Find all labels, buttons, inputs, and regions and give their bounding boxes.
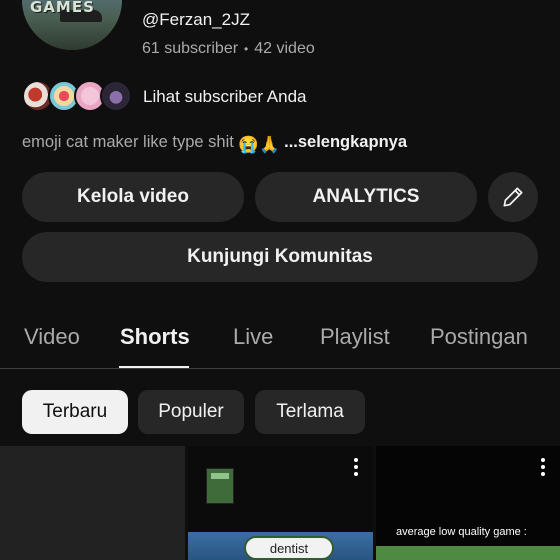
filter-chip-terbaru[interactable]: Terbaru bbox=[22, 390, 128, 434]
description-emoji: 😭🙏 bbox=[238, 136, 280, 154]
tab-live[interactable]: Live bbox=[233, 324, 273, 350]
tab-video[interactable]: Video bbox=[24, 324, 80, 350]
more-options-icon[interactable] bbox=[540, 458, 546, 476]
tab-shorts[interactable]: Shorts bbox=[120, 324, 190, 350]
analytics-label: ANALYTICS bbox=[312, 186, 420, 207]
more-link[interactable]: ...selengkapnya bbox=[284, 133, 407, 151]
tab-playlist[interactable]: Playlist bbox=[320, 324, 390, 350]
filter-chip-terlama[interactable]: Terlama bbox=[255, 390, 365, 434]
analytics-button[interactable]: ANALYTICS bbox=[255, 172, 477, 222]
tab-postingan[interactable]: Postingan bbox=[430, 324, 528, 350]
manage-videos-button[interactable]: Kelola video bbox=[22, 172, 244, 222]
more-options-icon[interactable] bbox=[353, 458, 359, 476]
channel-avatar[interactable]: GAMES bbox=[22, 0, 122, 50]
short-thumbnail[interactable]: dentist bbox=[188, 446, 373, 560]
description-text: emoji cat maker like type shit bbox=[22, 133, 234, 151]
short-caption: average low quality game : bbox=[396, 526, 527, 538]
channel-tabs: Video Shorts Live Playlist Postingan bbox=[0, 318, 560, 369]
see-subscribers-link[interactable]: Lihat subscriber Anda bbox=[143, 87, 307, 107]
video-count: 42 video bbox=[254, 40, 315, 57]
channel-handle: @Ferzan_2JZ bbox=[142, 10, 250, 29]
short-thumbnail[interactable]: average low quality game : bbox=[376, 446, 560, 560]
thumbnail-scene bbox=[376, 546, 560, 560]
filter-chip-populer[interactable]: Populer bbox=[138, 390, 244, 434]
manage-videos-label: Kelola video bbox=[77, 186, 189, 207]
avatar-text: GAMES bbox=[30, 0, 95, 16]
pencil-icon bbox=[503, 187, 523, 207]
tabs-divider bbox=[0, 368, 560, 369]
subscriber-count: 61 subscriber bbox=[142, 40, 239, 57]
channel-stats: 61 subscriber • 42 video bbox=[142, 40, 315, 58]
edit-channel-button[interactable] bbox=[488, 172, 538, 222]
stats-separator: • bbox=[244, 42, 249, 56]
short-thumbnail[interactable] bbox=[0, 446, 185, 560]
channel-description[interactable]: emoji cat maker like type shit 😭🙏 ...sel… bbox=[22, 133, 407, 155]
short-caption: dentist bbox=[244, 536, 334, 560]
subscriber-avatars[interactable] bbox=[22, 80, 134, 112]
thumbnail-inset-image bbox=[206, 468, 234, 504]
subscriber-avatar bbox=[100, 80, 132, 112]
visit-community-label: Kunjungi Komunitas bbox=[187, 246, 373, 267]
visit-community-button[interactable]: Kunjungi Komunitas bbox=[22, 232, 538, 282]
